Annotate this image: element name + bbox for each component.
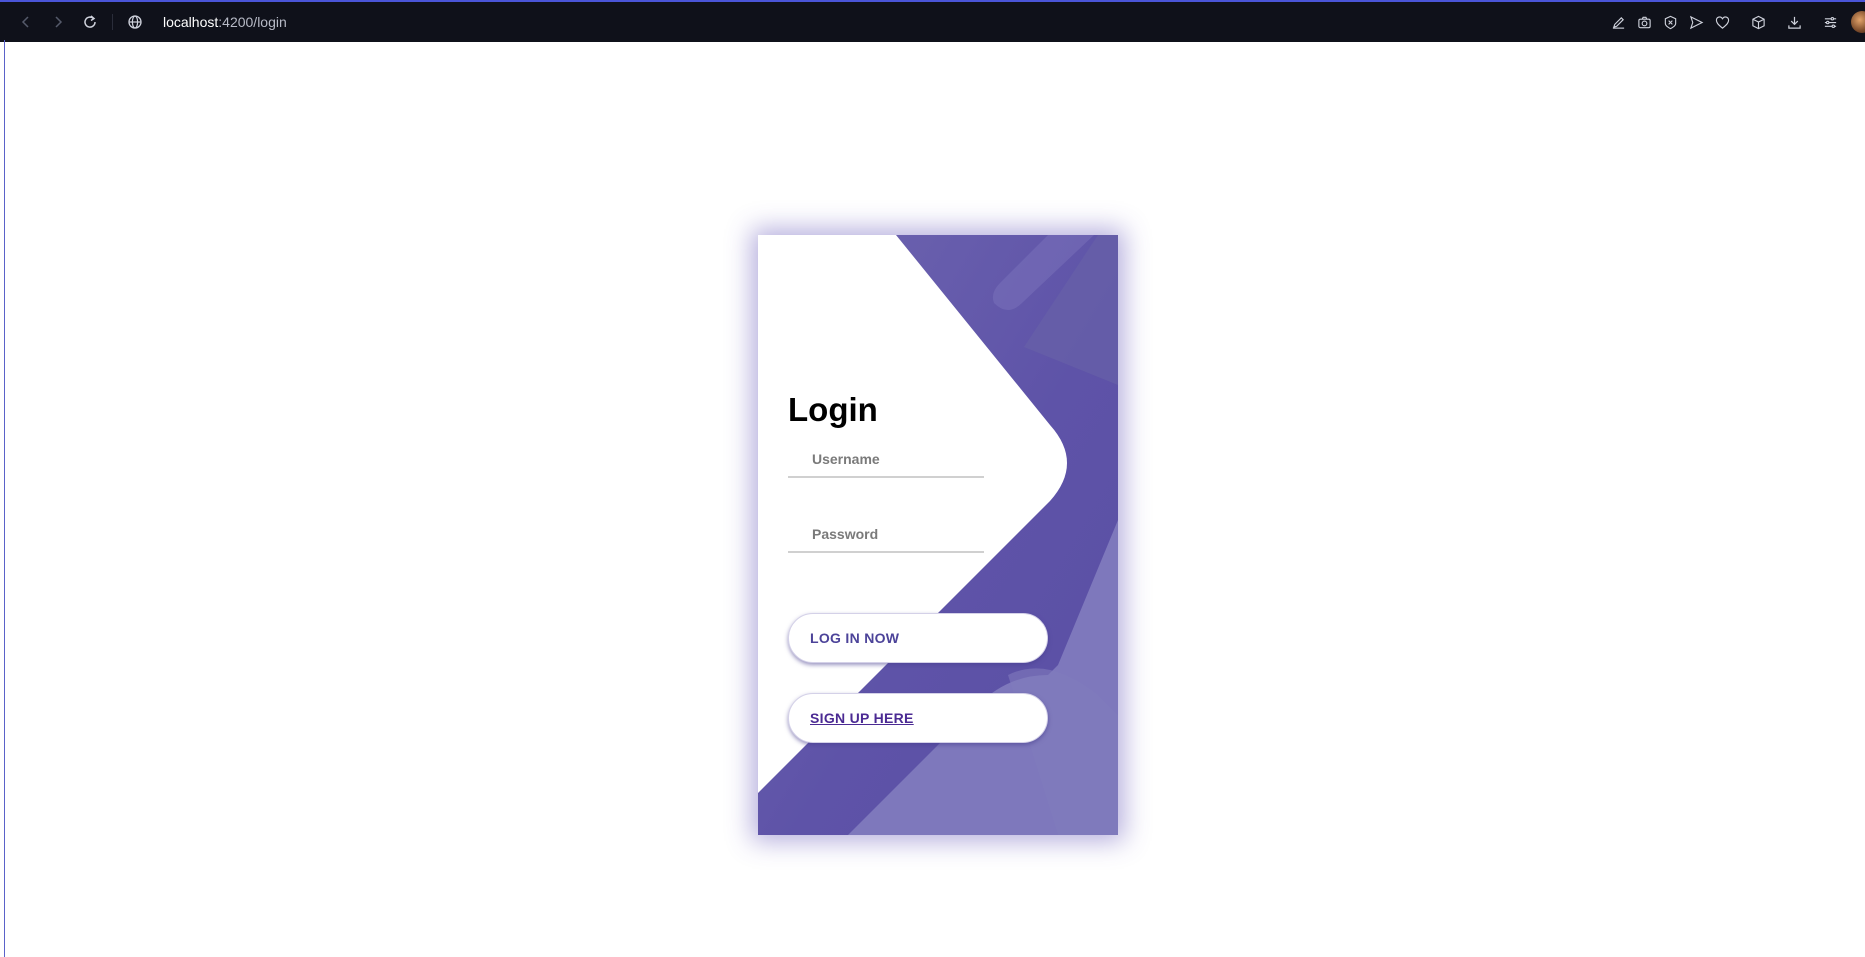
profile-avatar[interactable]: [1851, 11, 1865, 33]
send-icon: [1689, 15, 1703, 29]
toolbar-divider: [112, 14, 113, 30]
login-button-label: LOG IN NOW: [810, 630, 900, 646]
login-button[interactable]: LOG IN NOW: [788, 613, 1048, 663]
forward-button[interactable]: [46, 10, 70, 34]
login-card: Login LOG IN NOW SIGN UP HERE: [758, 235, 1118, 835]
globe-icon: [128, 15, 142, 29]
edit-icon: [1612, 16, 1624, 29]
reload-button[interactable]: [78, 10, 102, 34]
browser-toolbar: localhost:4200/login: [0, 0, 1865, 42]
block-icon: [1664, 15, 1676, 29]
login-form: Login: [788, 390, 1088, 553]
downloads-button[interactable]: [1781, 9, 1807, 35]
cube-icon: [1751, 15, 1765, 29]
username-field[interactable]: [788, 442, 984, 476]
address-bar[interactable]: localhost:4200/login: [127, 14, 287, 30]
send-button[interactable]: [1683, 9, 1709, 35]
back-button[interactable]: [14, 10, 38, 34]
url-host: localhost: [163, 14, 219, 30]
password-field-wrapper: [788, 517, 984, 553]
url-path: :4200/login: [218, 14, 287, 30]
favorite-button[interactable]: [1709, 9, 1735, 35]
signup-button[interactable]: SIGN UP HERE: [788, 693, 1048, 743]
sliders-icon: [1824, 16, 1836, 28]
page-title: Login: [788, 391, 878, 428]
camera-icon: [1637, 16, 1651, 28]
forward-arrow-icon: [55, 16, 63, 28]
page-frame-border: [4, 40, 5, 957]
screenshot-button[interactable]: [1631, 9, 1657, 35]
edit-button[interactable]: [1605, 9, 1631, 35]
heart-icon: [1715, 15, 1729, 29]
signup-link[interactable]: SIGN UP HERE: [810, 710, 914, 726]
browser-actions: [1605, 2, 1865, 42]
back-arrow-icon: [21, 16, 29, 28]
username-field-wrapper: [788, 442, 984, 478]
block-button[interactable]: [1657, 9, 1683, 35]
download-icon: [1787, 16, 1801, 29]
settings-button[interactable]: [1817, 9, 1843, 35]
extensions-button[interactable]: [1745, 9, 1771, 35]
password-field[interactable]: [788, 517, 984, 551]
reload-icon: [84, 15, 96, 28]
url-text[interactable]: localhost:4200/login: [163, 14, 287, 30]
